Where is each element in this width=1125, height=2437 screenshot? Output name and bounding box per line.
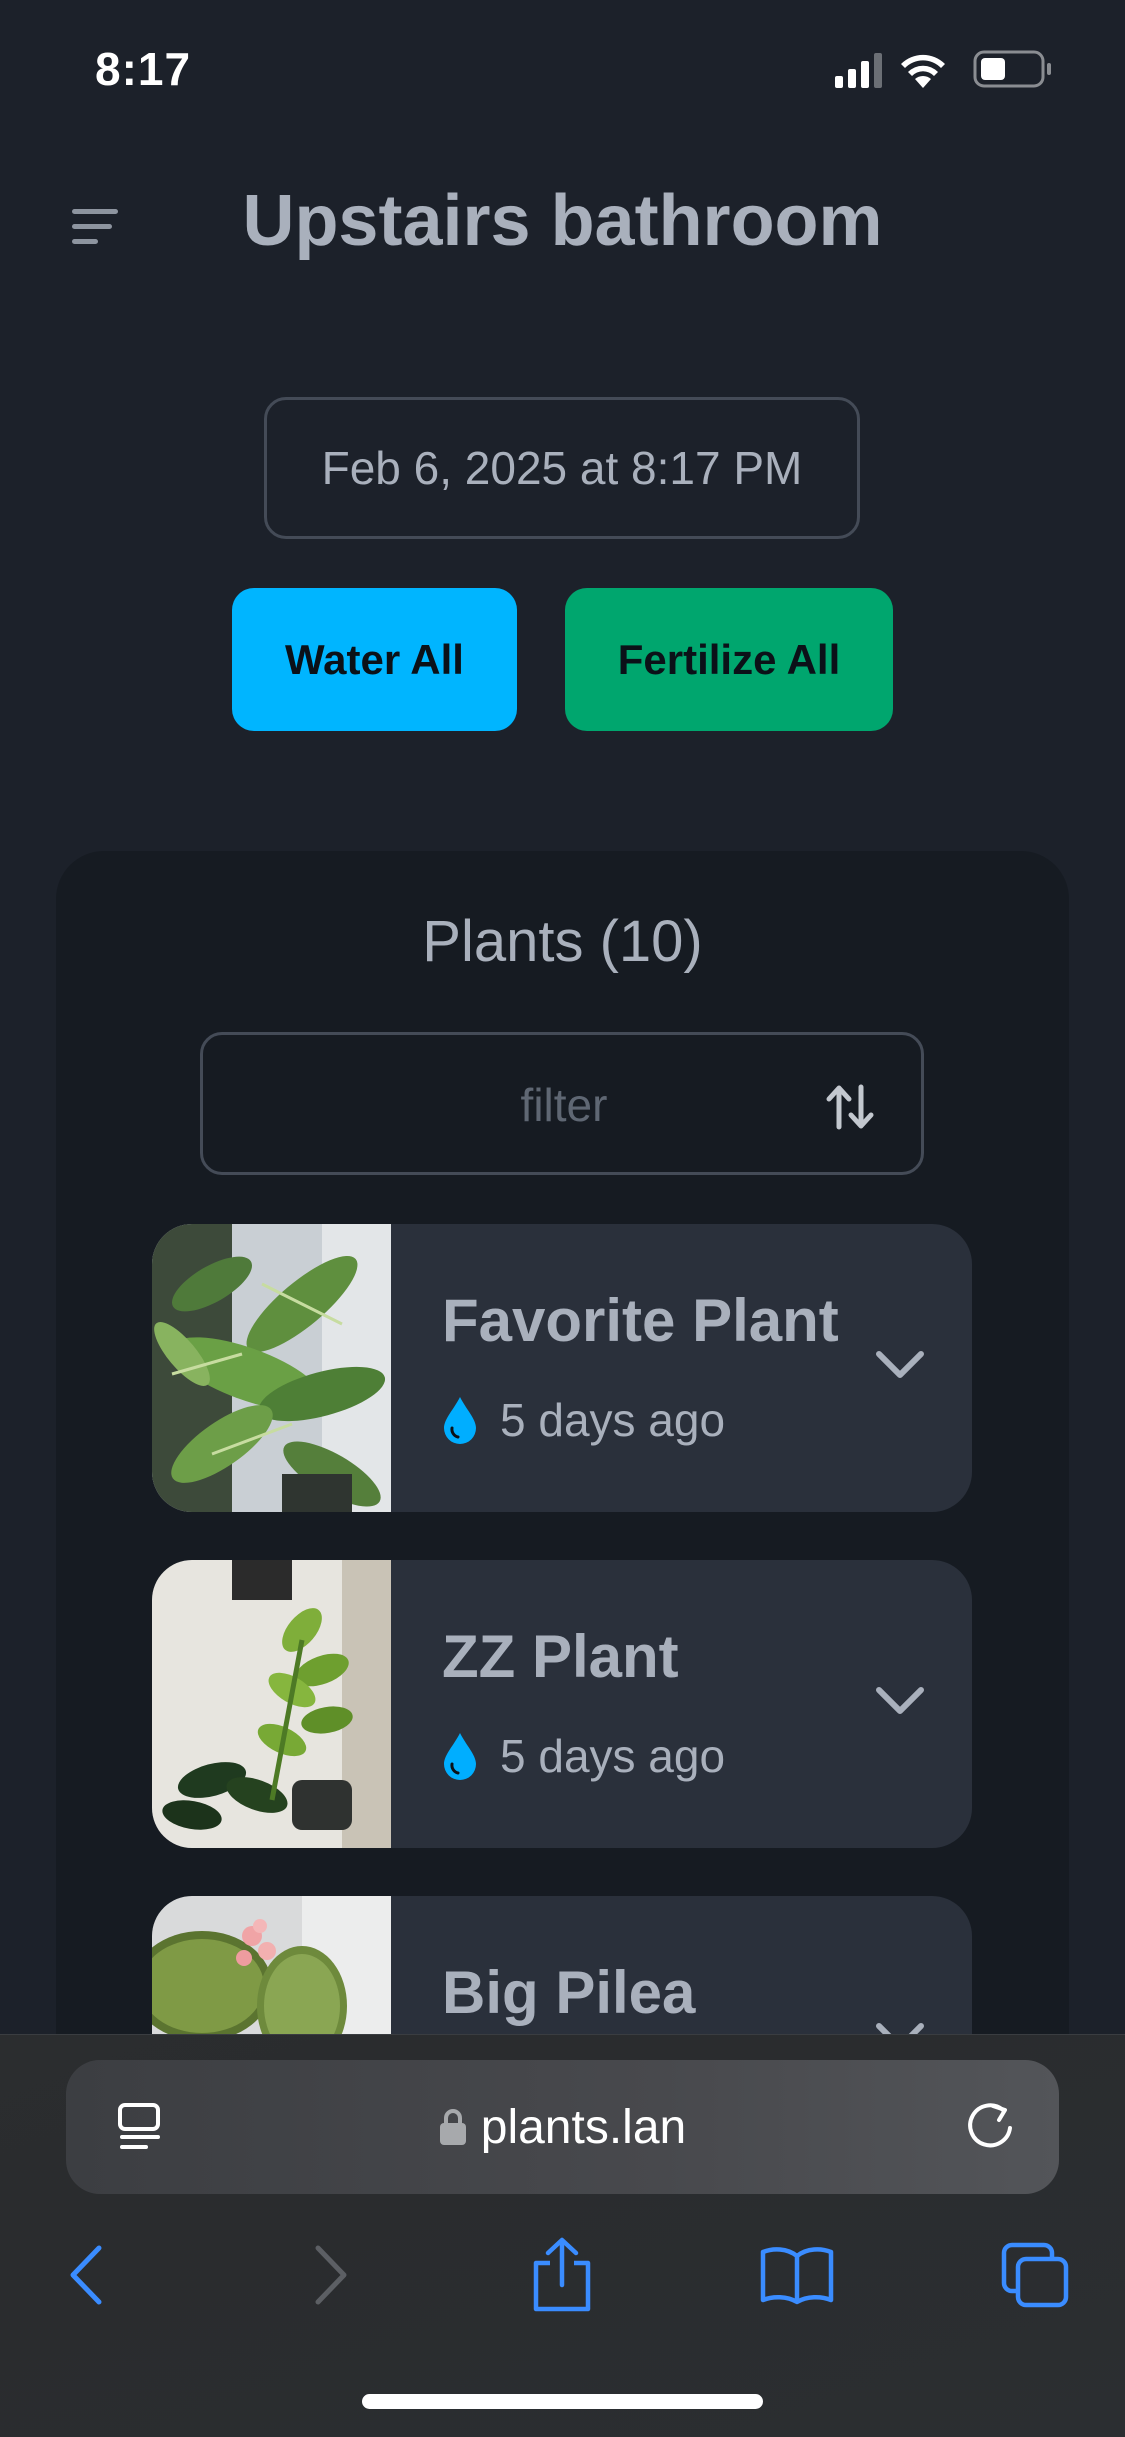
plant-photo — [152, 1224, 391, 1512]
status-icons — [835, 50, 1051, 88]
back-button[interactable] — [42, 2230, 132, 2320]
last-watered: 5 days ago — [442, 1390, 725, 1450]
battery-icon — [973, 50, 1051, 88]
bookmarks-button[interactable] — [752, 2230, 842, 2320]
plant-photo — [152, 1560, 391, 1848]
plant-name: Big Pilea — [442, 1959, 696, 2026]
sort-arrows-icon[interactable] — [825, 1083, 875, 1131]
plants-heading: Plants (10) — [422, 909, 703, 974]
plant-item[interactable]: Favorite Plant 5 days ago — [152, 1224, 972, 1512]
forward-icon — [315, 2245, 347, 2305]
chevron-down-icon[interactable] — [874, 1684, 926, 1718]
water-all-button[interactable]: Water All — [232, 588, 517, 731]
plant-name: Favorite Plant — [442, 1287, 839, 1354]
last-watered-text: 5 days ago — [500, 1730, 726, 1782]
status-bar: 8:17 — [0, 0, 1125, 140]
back-icon — [70, 2245, 102, 2305]
browser-bottom-bar: plants.lan — [0, 2034, 1125, 2437]
share-icon — [533, 2237, 591, 2312]
wifi-icon — [901, 54, 945, 88]
tabs-icon — [1001, 2242, 1069, 2308]
status-time: 8:17 — [95, 43, 192, 95]
address-bar[interactable]: plants.lan — [66, 2060, 1059, 2194]
water-drop-icon — [444, 1397, 476, 1444]
menu-icon[interactable] — [70, 205, 122, 249]
forward-button[interactable] — [285, 2230, 375, 2320]
share-button[interactable] — [517, 2230, 607, 2320]
filter-box — [200, 1032, 925, 1175]
chevron-down-icon[interactable] — [874, 1348, 926, 1382]
home-indicator — [362, 2394, 763, 2409]
tabs-button[interactable] — [990, 2230, 1080, 2320]
plant-item[interactable]: ZZ Plant 5 days ago — [152, 1560, 972, 1848]
date-time-field[interactable]: Feb 6, 2025 at 8:17 PM — [264, 397, 860, 539]
url-display[interactable]: plants.lan — [66, 2060, 1059, 2194]
cellular-signal-icon — [835, 53, 882, 88]
plant-name: ZZ Plant — [442, 1623, 679, 1690]
url-text: plants.lan — [480, 2100, 687, 2154]
bookmarks-icon — [760, 2247, 834, 2305]
reload-icon[interactable] — [963, 2100, 1017, 2154]
last-watered: 5 days ago — [442, 1726, 725, 1786]
water-drop-icon — [444, 1733, 476, 1780]
browser-toolbar — [0, 2230, 1125, 2340]
fertilize-all-button[interactable]: Fertilize All — [565, 588, 893, 731]
last-watered-text: 5 days ago — [500, 1394, 726, 1446]
page-title: Upstairs bathroom — [242, 181, 883, 261]
lock-icon — [439, 2109, 466, 2145]
filter-input[interactable] — [203, 1035, 925, 1174]
